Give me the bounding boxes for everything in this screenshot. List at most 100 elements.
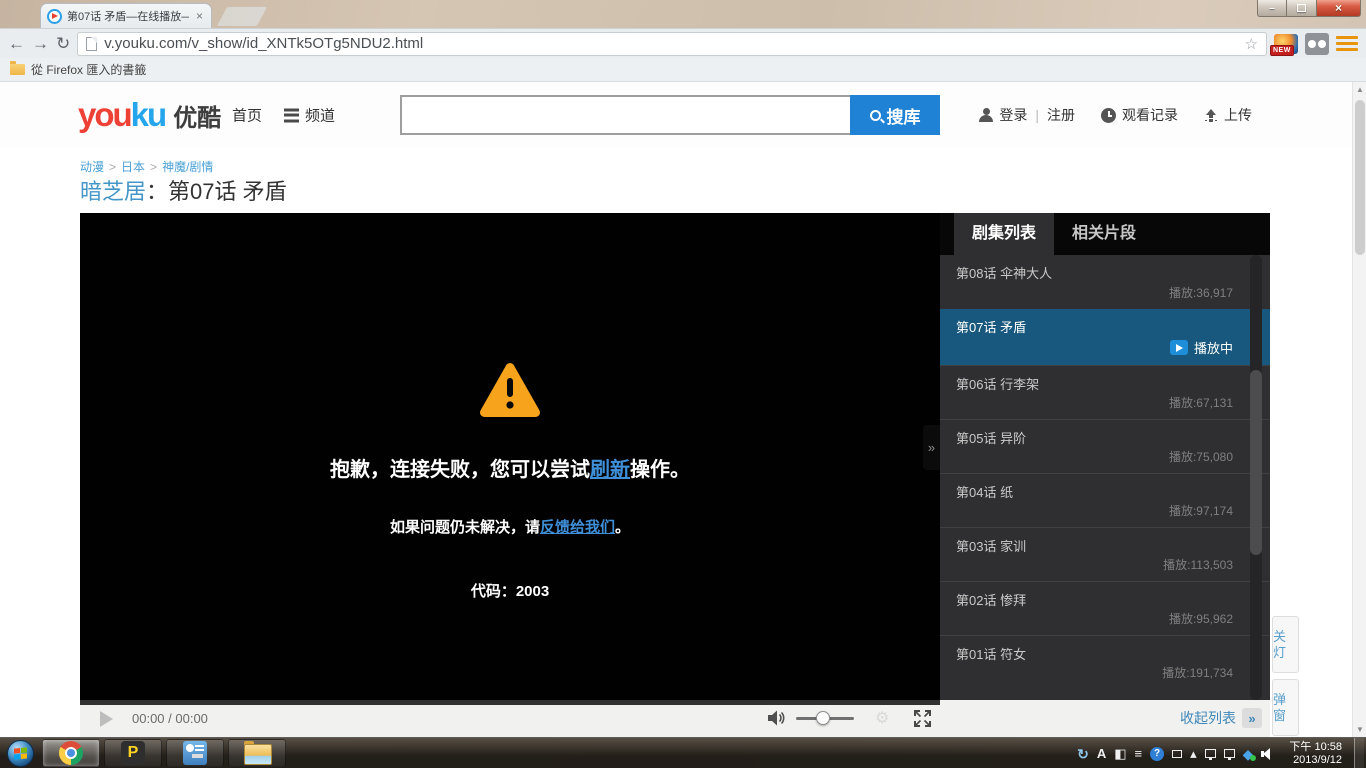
- help-icon[interactable]: ?: [1150, 746, 1165, 761]
- volume-knob[interactable]: [816, 711, 830, 725]
- ime-toolbar-icon[interactable]: ≡: [1135, 747, 1143, 760]
- maximize-button[interactable]: [1287, 0, 1316, 17]
- page-icon: [86, 36, 98, 51]
- ime-letter-icon[interactable]: A: [1097, 747, 1106, 760]
- login-group: 登录 | 注册: [979, 105, 1075, 125]
- nav-home[interactable]: 首页: [232, 105, 262, 126]
- episode-row[interactable]: 第08话 伞神大人 播放:36,917: [940, 255, 1270, 309]
- error-message: 抱歉，连接失败，您可以尝试刷新操作。: [80, 453, 940, 482]
- taskbar-potplayer-button[interactable]: P: [104, 739, 162, 767]
- error-code: 代码：2003: [470, 583, 550, 600]
- seek-bar[interactable]: [80, 700, 940, 705]
- upload-label: 上传: [1224, 107, 1252, 123]
- taskbar-chrome-button[interactable]: [42, 739, 100, 767]
- login-link[interactable]: 登录: [999, 105, 1027, 125]
- refresh-link[interactable]: 刷新: [590, 459, 630, 481]
- episode-scrollbar[interactable]: [1250, 255, 1262, 700]
- bookmark-star-icon[interactable]: ☆: [1245, 35, 1258, 53]
- search-input[interactable]: [400, 95, 850, 135]
- nav-channels[interactable]: 频道: [284, 105, 335, 126]
- episode-row[interactable]: 第04话 纸 播放:97,174: [940, 473, 1270, 527]
- bookmark-folder-label[interactable]: 從 Firefox 匯入的書籤: [31, 61, 146, 78]
- user-icon: [979, 108, 994, 122]
- address-bar[interactable]: v.youku.com/v_show/id_XNTk5OTg5NDU2.html…: [77, 31, 1267, 56]
- upload[interactable]: 上传: [1204, 105, 1252, 125]
- url-text[interactable]: v.youku.com/v_show/id_XNTk5OTg5NDU2.html: [104, 35, 1237, 52]
- page-title: 暗芝居：第07话 矛盾: [80, 174, 287, 206]
- register-link[interactable]: 注册: [1047, 105, 1075, 125]
- tab-close-icon[interactable]: ×: [194, 9, 205, 23]
- tab-episode-list[interactable]: 剧集列表: [954, 213, 1055, 255]
- network-icon[interactable]: [1223, 749, 1235, 760]
- collapse-list-icon[interactable]: »: [1242, 708, 1262, 728]
- minimize-button[interactable]: –: [1257, 0, 1287, 17]
- episode-title: 第01话 符女: [956, 647, 1027, 662]
- breadcrumb-anime[interactable]: 动漫: [80, 160, 104, 174]
- fullscreen-icon[interactable]: [913, 709, 932, 728]
- extension-icon[interactable]: [1305, 32, 1329, 55]
- tab-related-clips[interactable]: 相关片段: [1054, 213, 1154, 255]
- episode-row[interactable]: 第03话 家训 播放:113,503: [940, 527, 1270, 581]
- hidden-icons-chevron[interactable]: ▴: [1190, 747, 1197, 760]
- new-tab-button[interactable]: [216, 7, 268, 26]
- speaker-icon[interactable]: [1261, 747, 1275, 760]
- browser-tab[interactable]: 第07话 矛盾—在线播放— ×: [40, 3, 212, 28]
- episode-views: 播放:36,917: [1168, 286, 1233, 300]
- episode-scrollbar-thumb[interactable]: [1250, 370, 1262, 555]
- play-button-icon[interactable]: [100, 711, 113, 727]
- close-button[interactable]: ×: [1316, 0, 1361, 17]
- taskbar-explorer-button[interactable]: [228, 739, 286, 767]
- lights-off-button[interactable]: 关灯: [1272, 616, 1299, 673]
- scroll-up-icon[interactable]: ▲: [1353, 85, 1366, 94]
- episode-views: 播放:75,080: [1168, 450, 1233, 464]
- episode-row-playing[interactable]: 第07话 矛盾 播放中: [940, 309, 1270, 365]
- back-icon[interactable]: ←: [8, 35, 25, 52]
- search-button[interactable]: 搜库: [850, 95, 940, 135]
- ime-halfwidth-icon[interactable]: ◧: [1114, 747, 1126, 760]
- extension-new-icon[interactable]: NEW: [1270, 33, 1298, 56]
- reload-icon[interactable]: ↻: [56, 35, 70, 52]
- breadcrumb-japan[interactable]: 日本: [121, 160, 145, 174]
- episode-views: 播放:97,174: [1168, 504, 1233, 518]
- action-center-icon[interactable]: [1204, 749, 1216, 760]
- explorer-folder-icon: [244, 740, 272, 765]
- scrollbar-thumb[interactable]: [1355, 100, 1365, 255]
- new-badge: NEW: [1270, 44, 1294, 56]
- popup-button[interactable]: 弹窗: [1272, 679, 1299, 736]
- breadcrumb-genre[interactable]: 神魔/剧情: [162, 160, 213, 174]
- watch-history[interactable]: 观看记录: [1101, 105, 1178, 125]
- dropbox-icon[interactable]: ◆: [1243, 747, 1257, 761]
- collapse-list-link[interactable]: 收起列表: [1180, 708, 1236, 728]
- forward-icon[interactable]: →: [32, 35, 49, 52]
- taskbar-controlpanel-button[interactable]: [166, 739, 224, 767]
- ime-restore-icon[interactable]: [1172, 749, 1183, 758]
- potplayer-icon: P: [121, 741, 145, 765]
- nav-channels-label: 频道: [305, 107, 336, 125]
- episode-row[interactable]: 第05话 异阶 播放:75,080: [940, 419, 1270, 473]
- scroll-down-icon[interactable]: ▼: [1353, 725, 1366, 734]
- episode-row[interactable]: 第02话 惨拜 播放:95,962: [940, 581, 1270, 635]
- show-desktop-button[interactable]: [1354, 738, 1364, 768]
- youku-favicon-icon: [47, 8, 62, 24]
- youku-logo[interactable]: youku 优酷: [78, 96, 221, 134]
- watch-history-label: 观看记录: [1122, 107, 1178, 123]
- series-link[interactable]: 暗芝居: [80, 179, 146, 204]
- start-button[interactable]: [0, 738, 40, 768]
- panel-collapse-handle[interactable]: »: [923, 425, 940, 470]
- browser-scrollbar[interactable]: ▲ ▼: [1352, 82, 1366, 737]
- collapse-list-area: 收起列表 »: [1180, 708, 1262, 728]
- episode-title: 第04话 纸: [956, 485, 1014, 500]
- tab-title: 第07话 矛盾—在线播放—: [67, 11, 189, 23]
- feedback-link[interactable]: 反馈给我们: [540, 519, 615, 536]
- settings-gear-icon[interactable]: ⚙: [875, 708, 889, 728]
- clock[interactable]: 下午 10:58 2013/9/12: [1289, 741, 1342, 767]
- warning-icon: [480, 363, 540, 417]
- chrome-menu-icon[interactable]: [1336, 36, 1358, 51]
- video-player[interactable]: 抱歉，连接失败，您可以尝试刷新操作。 如果问题仍未解决，请反馈给我们。 代码：2…: [80, 213, 940, 700]
- site-header: youku 优酷 首页 频道 搜库 登录 | 注册 观看记录 上传: [0, 82, 1352, 148]
- episode-row[interactable]: 第06话 行李架 播放:67,131: [940, 365, 1270, 419]
- episode-row[interactable]: 第01话 符女 播放:191,734: [940, 635, 1270, 689]
- ime-swirl-icon[interactable]: ↻: [1077, 747, 1089, 761]
- taskbar: P ↻ A ◧ ≡ ? ▴ ◆ 下午 10:58 2013/9/12: [0, 737, 1366, 768]
- volume-icon[interactable]: [768, 710, 786, 726]
